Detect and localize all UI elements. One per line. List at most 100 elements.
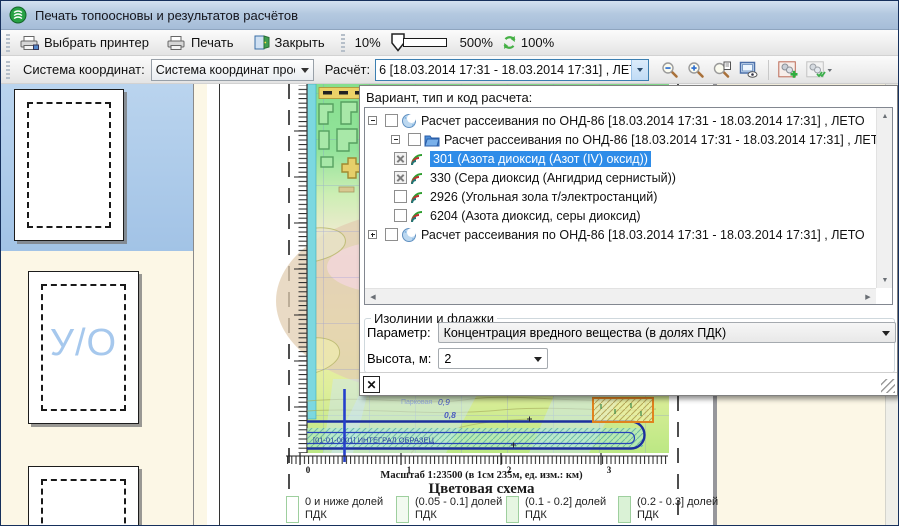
- apply-calc-icon: [806, 61, 833, 79]
- close-button[interactable]: Закрыть: [250, 33, 329, 52]
- height-label: Высота, м:: [367, 351, 431, 366]
- scroll-right-icon[interactable]: ▶: [860, 289, 876, 305]
- zoom-slider[interactable]: [391, 33, 447, 52]
- calc-variant-icon: [401, 227, 417, 243]
- tree-label-2[interactable]: 301 (Азота диоксид (Азот (IV) оксид)): [430, 151, 651, 167]
- zoom-value-label: 100%: [521, 35, 554, 50]
- tree-checkbox-0[interactable]: [385, 114, 398, 127]
- tree-row-3[interactable]: 330 (Сера диоксид (Ангидрид сернистый)): [365, 168, 676, 187]
- print-label: Печать: [191, 35, 234, 50]
- height-dropdown[interactable]: 2: [438, 348, 548, 369]
- legend-swatch-0: [286, 496, 299, 523]
- chevron-down-icon: [882, 331, 890, 340]
- tree-row-5[interactable]: 6204 (Азота диоксид, серы диоксид): [365, 206, 641, 225]
- pages-sidebar[interactable]: У/О: [1, 84, 194, 526]
- tree-row-4[interactable]: 2926 (Угольная зола т/электростанций): [365, 187, 657, 206]
- tree-horizontal-scrollbar[interactable]: ◀ ▶: [365, 288, 876, 304]
- add-calc-button[interactable]: [776, 60, 801, 80]
- add-calc-icon: [778, 61, 799, 79]
- zoom-in-button[interactable]: [685, 60, 708, 80]
- color-legend: 0 и ниже долей ПДК (0.05 - 0.1] долей ПД…: [194, 496, 899, 526]
- tree-checkbox-2[interactable]: [394, 152, 407, 165]
- page-thumbnail-1[interactable]: [14, 89, 124, 241]
- toolbar-grip2[interactable]: [341, 34, 345, 52]
- toolbar-separator: [768, 60, 769, 80]
- tree-label-0[interactable]: Расчет рассеивания по ОНД-86 [18.03.2014…: [421, 114, 865, 128]
- options-toolbar: Система координат: Система координат про…: [1, 56, 898, 84]
- contour-label-08: 0,8: [444, 410, 456, 420]
- toolbar-grip[interactable]: [6, 34, 10, 52]
- popup-bottom-bar: ✕: [360, 372, 897, 395]
- coord-system-label: Система координат:: [23, 62, 145, 77]
- folder-icon: [424, 132, 440, 148]
- calc-selector-popup: Вариант, тип и код расчета: Расчет рассе…: [359, 85, 898, 396]
- substance-isolines-icon: [410, 151, 426, 167]
- scale-caption: Масштаб 1:23500 (в 1см 235м, ед. изм.: к…: [289, 470, 674, 481]
- popup-close-button[interactable]: ✕: [363, 376, 380, 393]
- tree-label-6[interactable]: Расчет рассеивания по ОНД-86 [18.03.2014…: [421, 228, 865, 242]
- tree-row-6[interactable]: Расчет рассеивания по ОНД-86 [18.03.2014…: [365, 225, 865, 244]
- zoom-page-button[interactable]: [711, 60, 734, 80]
- title-bar[interactable]: Печать топоосновы и результатов расчётов: [1, 1, 898, 30]
- chevron-down-icon: [637, 68, 643, 75]
- height-value: 2: [444, 352, 451, 366]
- tree-label-3[interactable]: 330 (Сера диоксид (Ангидрид сернистый)): [430, 171, 676, 185]
- page-thumbnail-3[interactable]: [28, 466, 139, 526]
- page1-margin-dashes: [27, 102, 111, 228]
- tree-checkbox-4[interactable]: [394, 190, 407, 203]
- collapse-icon[interactable]: [391, 135, 400, 144]
- tree-checkbox-5[interactable]: [394, 209, 407, 222]
- chevron-down-icon: [301, 68, 309, 77]
- calc-tree[interactable]: Расчет рассеивания по ОНД-86 [18.03.2014…: [364, 107, 893, 305]
- tree-label-4[interactable]: 2926 (Угольная зола т/электростанций): [430, 190, 657, 204]
- toolbar-grip3[interactable]: [6, 61, 10, 79]
- main-toolbar: Выбрать принтер Печать Закрыть 10%: [1, 30, 898, 56]
- tree-row-0[interactable]: Расчет рассеивания по ОНД-86 [18.03.2014…: [365, 111, 865, 130]
- calc-dropdown-button[interactable]: [631, 60, 648, 80]
- select-printer-button[interactable]: Выбрать принтер: [16, 33, 153, 52]
- tree-checkbox-3[interactable]: [394, 171, 407, 184]
- tree-row-1[interactable]: Расчет рассеивания по ОНД-86 [18.03.2014…: [365, 130, 888, 149]
- expand-icon[interactable]: [368, 230, 377, 239]
- scroll-down-icon[interactable]: ▼: [877, 272, 893, 288]
- tree-caption: Вариант, тип и код расчета:: [366, 90, 532, 105]
- legend-label-3: (0.2 - 0.3] долей ПДК: [637, 496, 729, 523]
- calc-value: 6 [18.03.2014 17:31 - 18.03.2014 17:31] …: [376, 63, 631, 77]
- zoom-out-button[interactable]: [659, 60, 682, 80]
- preview-mode-button[interactable]: [737, 60, 761, 79]
- printer-setup-icon: [20, 35, 39, 50]
- chevron-down-icon: [534, 357, 542, 366]
- street-label: Парковая: [401, 399, 432, 406]
- calc-variant-icon: [401, 113, 417, 129]
- refresh-zoom-icon[interactable]: [502, 35, 517, 50]
- print-button[interactable]: Печать: [163, 33, 238, 52]
- scroll-left-icon[interactable]: ◀: [365, 289, 381, 305]
- printer-icon: [167, 35, 186, 50]
- param-row: Параметр: Концентрация вредного вещества…: [367, 322, 896, 343]
- source-label: [01-01-0001] ИНТЕГРАЛ ОБРАЗЕЦ: [313, 436, 434, 445]
- collapse-icon[interactable]: [368, 116, 377, 125]
- slider-track[interactable]: [403, 38, 447, 47]
- zoom-max-label: 500%: [460, 35, 493, 50]
- substance-isolines-icon: [410, 189, 426, 205]
- select-printer-label: Выбрать принтер: [44, 35, 149, 50]
- coord-system-dropdown[interactable]: Система координат проек: [151, 59, 314, 81]
- page3-margin-dashes: [41, 479, 126, 526]
- tree-vertical-scrollbar[interactable]: ▲ ▼: [876, 108, 892, 288]
- legend-swatch-2: [506, 496, 519, 523]
- calc-combobox[interactable]: 6 [18.03.2014 17:31 - 18.03.2014 17:31] …: [375, 59, 649, 81]
- tree-checkbox-1[interactable]: [408, 133, 421, 146]
- tree-checkbox-6[interactable]: [385, 228, 398, 241]
- scroll-up-icon[interactable]: ▲: [877, 108, 893, 124]
- legend-label-2: (0.1 - 0.2] долей ПДК: [525, 496, 617, 523]
- page-thumbnail-2[interactable]: У/О: [28, 271, 139, 424]
- apply-calc-button[interactable]: [804, 60, 835, 80]
- tree-label-5[interactable]: 6204 (Азота диоксид, серы диоксид): [430, 209, 641, 223]
- height-row: Высота, м: 2: [367, 348, 548, 369]
- door-close-icon: [254, 35, 270, 50]
- print-dialog-window: Печать топоосновы и результатов расчётов…: [0, 0, 899, 526]
- popup-resize-grip[interactable]: [881, 379, 895, 393]
- tree-row-2[interactable]: 301 (Азота диоксид (Азот (IV) оксид)): [365, 149, 651, 168]
- param-dropdown[interactable]: Концентрация вредного вещества (в долях …: [438, 322, 896, 343]
- tree-label-1[interactable]: Расчет рассеивания по ОНД-86 [18.03.2014…: [444, 133, 888, 147]
